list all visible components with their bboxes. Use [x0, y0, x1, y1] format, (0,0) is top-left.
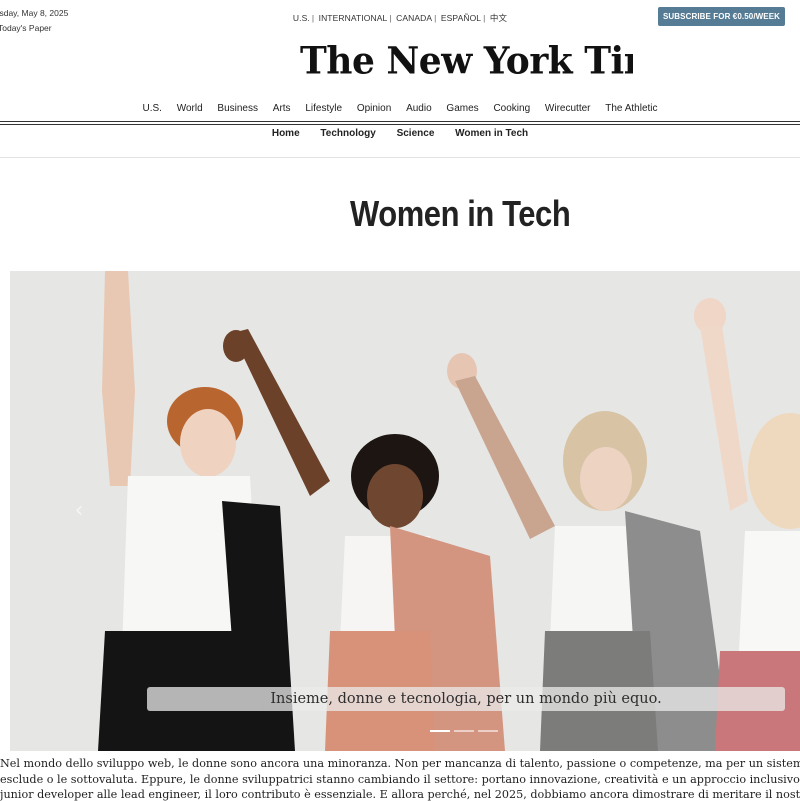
article-line: Nel mondo dello sviluppo web, le donne s…	[0, 757, 800, 770]
nav-audio[interactable]: Audio	[406, 103, 432, 114]
nav-cooking[interactable]: Cooking	[493, 103, 530, 114]
edition-us[interactable]: U.S.	[293, 13, 310, 23]
carousel-indicator-3[interactable]	[478, 730, 498, 732]
nav-divider-double	[0, 124, 800, 125]
nav-opinion[interactable]: Opinion	[357, 103, 391, 114]
nav-business[interactable]: Business	[217, 103, 258, 114]
chevron-left-icon[interactable]: ‹	[70, 499, 88, 523]
subnav-science[interactable]: Science	[397, 128, 435, 139]
subscribe-button[interactable]: SUBSCRIBE FOR €0.50/WEEK	[658, 7, 785, 26]
article-body: Nel mondo dello sviluppo web, le donne s…	[0, 756, 800, 801]
carousel-indicators	[430, 730, 498, 732]
edition-canada[interactable]: CANADA	[396, 13, 432, 23]
nav-us[interactable]: U.S.	[142, 103, 161, 114]
article-line: esclude o le sottovaluta. Eppure, le don…	[0, 772, 800, 786]
nav-wirecutter[interactable]: Wirecutter	[545, 103, 591, 114]
page-title: Women in Tech	[350, 193, 571, 234]
nav-lifestyle[interactable]: Lifestyle	[305, 103, 342, 114]
subnav-home[interactable]: Home	[272, 128, 300, 139]
nav-games[interactable]: Games	[446, 103, 478, 114]
section-divider	[0, 157, 800, 158]
nav-world[interactable]: World	[177, 103, 203, 114]
carousel-caption: Insieme, donne e tecnologia, per un mond…	[147, 687, 785, 711]
nav-divider	[0, 121, 800, 122]
article-line: junior developer alle lead engineer, il …	[0, 788, 800, 801]
masthead-logo[interactable]: The New York Times	[300, 38, 633, 84]
edition-espanol[interactable]: ESPAÑOL	[441, 13, 481, 23]
edition-chinese[interactable]: 中文	[490, 13, 507, 23]
edition-international[interactable]: INTERNATIONAL	[319, 13, 388, 23]
subnav-technology[interactable]: Technology	[320, 128, 375, 139]
hero-carousel[interactable]: ‹ Insieme, donne e tecnologia, per un mo…	[10, 271, 800, 751]
masthead-text: The New York Times	[300, 38, 633, 84]
nav-arts[interactable]: Arts	[273, 103, 291, 114]
subnav-women-in-tech[interactable]: Women in Tech	[455, 128, 528, 139]
main-nav: U.S. World Business Arts Lifestyle Opini…	[0, 103, 800, 114]
section-nav: Home Technology Science Women in Tech	[0, 128, 800, 139]
carousel-indicator-1[interactable]	[430, 730, 450, 732]
carousel-indicator-2[interactable]	[454, 730, 474, 732]
hero-image	[10, 271, 800, 751]
nav-the-athletic[interactable]: The Athletic	[605, 103, 657, 114]
